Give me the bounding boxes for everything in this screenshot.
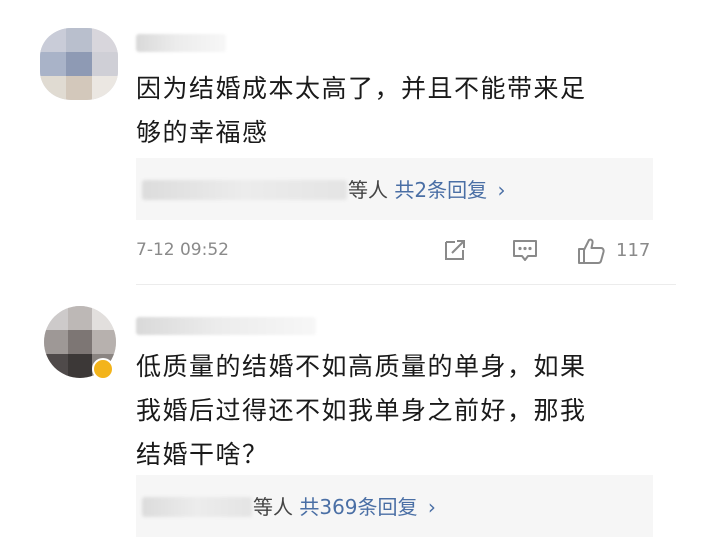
comment-text-line: 因为结婚成本太高了，并且不能带来足 (136, 74, 587, 103)
reply-preview[interactable]: 等人 共2条回复 › (136, 158, 653, 220)
reply-preview[interactable]: 等人 共369条回复 › (136, 475, 653, 537)
user-avatar[interactable] (40, 28, 118, 100)
reply-summary[interactable]: 等人 共2条回复 › (348, 174, 505, 203)
reply-names-blurred (142, 497, 252, 517)
comment-text-line: 够的幸福感 (136, 118, 269, 147)
comment-text: 因为结婚成本太高了，并且不能带来足 够的幸福感 (136, 67, 587, 155)
reply-count-link[interactable]: 共2条回复 › (394, 178, 505, 202)
reply-summary[interactable]: 等人 共369条回复 › (253, 491, 436, 520)
comment-text-line: 低质量的结婚不如高质量的单身，如果 (136, 352, 587, 381)
comment-text-line: 我婚后过得还不如我单身之前好，那我 (136, 396, 587, 425)
comment-text: 低质量的结婚不如高质量的单身，如果 我婚后过得还不如我单身之前好，那我 结婚干啥… (136, 345, 587, 477)
reply-count-link[interactable]: 共369条回复 › (299, 495, 436, 519)
timestamp: 7-12 09:52 (136, 240, 229, 260)
chevron-right-icon: › (427, 495, 436, 519)
reply-names-blurred (142, 180, 347, 200)
username-blurred[interactable] (136, 34, 226, 52)
chevron-right-icon: › (497, 178, 506, 202)
like-icon[interactable] (576, 236, 606, 270)
verified-badge-icon (92, 358, 114, 380)
comment-meta: 7-12 09:52 117 (136, 236, 656, 266)
share-icon[interactable] (441, 236, 469, 268)
comment-icon[interactable] (510, 236, 540, 268)
comment-text-line: 结婚干啥？ (136, 440, 269, 469)
username-blurred[interactable] (136, 317, 316, 335)
reply-names-suffix: 等人 (253, 495, 293, 519)
reply-names-suffix: 等人 (348, 178, 388, 202)
divider (136, 284, 676, 285)
like-count: 117 (616, 240, 651, 261)
